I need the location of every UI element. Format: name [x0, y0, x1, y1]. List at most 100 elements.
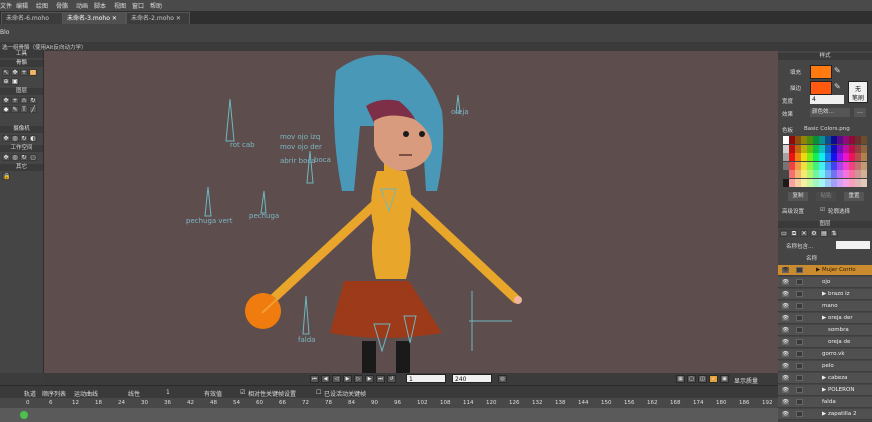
interpolation-select[interactable]: 线性 — [128, 389, 140, 398]
current-frame-input[interactable]: 1 — [406, 374, 446, 383]
menu-view[interactable]: 视图 — [114, 1, 126, 10]
copy-button[interactable]: 复制 — [788, 192, 808, 201]
tab-sequencer[interactable]: 顺序列表 — [42, 389, 66, 398]
new-layer-icon[interactable]: ▭ — [780, 230, 788, 237]
eye-icon[interactable]: 👁 — [782, 315, 789, 321]
brush-tool[interactable]: ✎ — [11, 106, 19, 113]
camera-pan-tool[interactable]: ✥ — [2, 135, 10, 142]
eye-icon[interactable]: 👁 — [782, 351, 789, 357]
timeline-track[interactable] — [0, 408, 778, 422]
effect-select[interactable]: 颜色效… — [810, 108, 850, 117]
auto-freeze-label[interactable]: 有效值 — [204, 389, 222, 398]
eye-icon[interactable]: 👁 — [782, 411, 789, 417]
camera-zoom-tool[interactable]: ◎ — [11, 135, 19, 142]
select-outline-checkbox[interactable]: ☑ — [820, 207, 825, 213]
last-frame-icon[interactable]: ⏭ — [376, 375, 385, 383]
menu-draw[interactable]: 绘图 — [36, 1, 48, 10]
record-icon[interactable]: ◎ — [498, 375, 507, 383]
layer-search-input[interactable] — [836, 241, 870, 249]
bone-label[interactable]: mov ojo der — [280, 143, 322, 151]
palette-swatch[interactable] — [861, 170, 867, 178]
workspace-rotate-tool[interactable]: ↻ — [20, 154, 28, 161]
tab-document-6[interactable]: 未命名-6.moho — [1, 12, 65, 24]
eyedropper-icon[interactable]: ✎ — [834, 82, 841, 91]
text-tool[interactable]: T — [20, 106, 28, 113]
relative-keyframing-checkbox[interactable]: ☑ — [240, 389, 245, 396]
add-point-tool[interactable]: + — [11, 97, 19, 104]
group-layer-icon[interactable]: ▤ — [820, 230, 828, 237]
bone-label[interactable]: pechuga vert — [186, 217, 233, 225]
color-palette[interactable] — [783, 136, 867, 188]
stroke-color-swatch[interactable] — [810, 81, 832, 95]
width-input[interactable]: 4 — [810, 95, 844, 104]
check-icon[interactable]: ✓ — [709, 375, 718, 383]
layer-filter-select[interactable]: 名称包含… — [786, 242, 814, 250]
next-key-icon[interactable]: ▶ — [365, 375, 374, 383]
palette-swatch[interactable] — [861, 144, 867, 153]
camera-tilt-tool[interactable]: ◐ — [29, 135, 37, 142]
eye-icon[interactable]: 👁 — [782, 267, 789, 273]
eye-icon[interactable]: 👁 — [782, 399, 789, 405]
layer-checkbox[interactable] — [796, 375, 803, 381]
layer-row[interactable]: 👁 oreja de — [778, 337, 872, 348]
menu-window[interactable]: 窗口 — [132, 1, 144, 10]
onion-skin-checkbox[interactable]: ☐ — [316, 389, 321, 396]
view-frame-icon[interactable]: ▢ — [687, 375, 696, 383]
eye-icon[interactable]: 👁 — [782, 339, 789, 345]
lock-icon[interactable]: 🔒 — [2, 173, 10, 180]
step-select[interactable]: 1 — [166, 389, 170, 396]
translate-bone-tool[interactable]: ✥ — [11, 69, 19, 76]
layer-checkbox[interactable] — [796, 387, 803, 393]
paste-button[interactable]: 粘贴 — [816, 192, 836, 201]
curvature-tool[interactable]: ∩ — [20, 97, 28, 104]
layer-row[interactable]: 👁 ▶ POLERON — [778, 385, 872, 396]
eye-icon[interactable]: 👁 — [782, 279, 789, 285]
close-icon[interactable]: ✕ — [176, 15, 181, 22]
rotate-tool[interactable]: ↻ — [29, 97, 37, 104]
layer-checkbox[interactable] — [796, 411, 803, 417]
layer-row[interactable]: 👁 ▶ cabeza — [778, 373, 872, 384]
eye-icon[interactable]: 👁 — [782, 303, 789, 309]
layer-checkbox[interactable] — [796, 327, 803, 333]
layer-checkbox[interactable] — [796, 291, 803, 297]
palette-swatch[interactable] — [861, 161, 867, 170]
bone-label[interactable]: abrir boca — [280, 157, 316, 165]
bone-strength-tool[interactable]: ▣ — [11, 78, 19, 85]
play-icon[interactable]: ▶ — [343, 375, 352, 383]
layer-row[interactable]: 👁 ▶ brazo iz — [778, 289, 872, 300]
fill-tool[interactable]: ◆ — [2, 106, 10, 113]
more-icon[interactable]: … — [854, 108, 866, 117]
advanced-label[interactable]: 高级设置 — [782, 207, 804, 215]
workspace-orbit-tool[interactable]: ◌ — [29, 154, 37, 161]
tab-document-2[interactable]: 未命名-2.moho ✕ — [126, 12, 190, 24]
eye-icon[interactable]: 👁 — [782, 291, 789, 297]
layer-row[interactable]: 👁 ▶ oreja der — [778, 313, 872, 324]
palette-swatch[interactable] — [861, 136, 867, 144]
menu-help[interactable]: 帮助 — [150, 1, 162, 10]
camera-roll-tool[interactable]: ↻ — [20, 135, 28, 142]
layer-row[interactable]: 👁 sombra — [778, 325, 872, 336]
display-quality-label[interactable]: 显示质量 — [734, 376, 758, 385]
end-frame-input[interactable]: 240 — [452, 374, 492, 383]
duplicate-layer-icon[interactable]: ⧉ — [790, 230, 798, 237]
select-bone-tool[interactable]: ↖ — [2, 69, 10, 76]
layer-checkbox[interactable] — [796, 363, 803, 369]
move-layer-icon[interactable]: ⇅ — [830, 230, 838, 237]
eye-icon[interactable]: 👁 — [782, 387, 789, 393]
layer-checkbox[interactable] — [796, 399, 803, 405]
timeline-ruler[interactable]: 0 6 12 18 24 30 36 42 48 54 60 66 72 78 84 90 96 102 108 11… — [0, 398, 778, 408]
eye-icon[interactable]: 👁 — [782, 363, 789, 369]
keyframe-marker[interactable] — [20, 411, 28, 419]
layer-row[interactable]: 👁 mano — [778, 301, 872, 312]
tab-motion-graph[interactable]: 运动曲线 — [74, 389, 98, 398]
prev-frame-icon[interactable]: ◁ — [332, 375, 341, 383]
add-bone-tool[interactable]: + — [20, 69, 28, 76]
layer-row[interactable]: 👁 ojo — [778, 277, 872, 288]
menu-edit[interactable]: 编辑 — [16, 1, 28, 10]
canvas-viewport[interactable]: rot cab mov ojo izq mov ojo der abrir bo… — [44, 51, 778, 373]
no-brush-button[interactable]: 无笔刷 — [848, 81, 868, 103]
menu-bone[interactable]: 骨骼 — [56, 1, 68, 10]
eye-icon[interactable]: 👁 — [782, 375, 789, 381]
bind-layer-tool[interactable]: ⊕ — [2, 78, 10, 85]
manipulate-bones-tool[interactable]: ⊙ — [29, 69, 37, 76]
